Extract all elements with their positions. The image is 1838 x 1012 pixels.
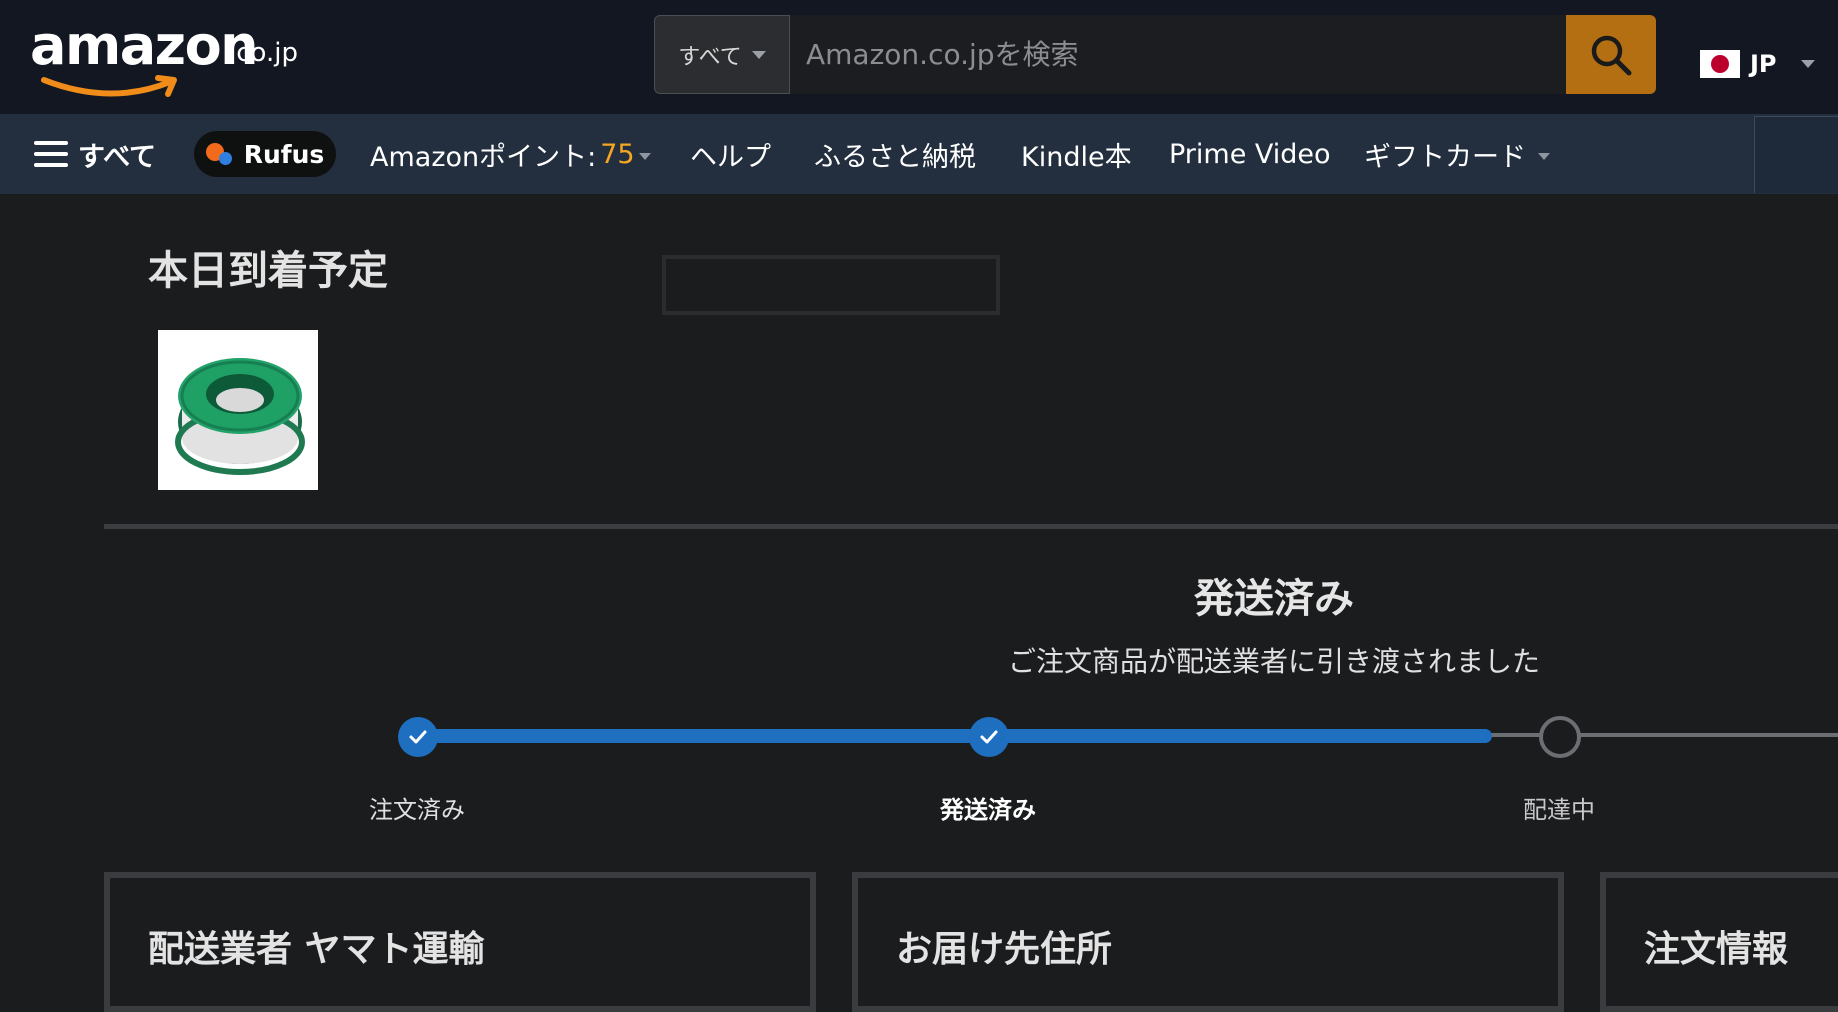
rufus-icon — [205, 141, 236, 167]
step-label-in-transit: 配達中 — [1523, 796, 1595, 824]
nav-item-kindle[interactable]: Kindle本 — [1021, 114, 1132, 194]
order-info-title: 注文情報 — [1644, 929, 1789, 970]
search-button[interactable] — [1566, 15, 1656, 94]
logo-suffix: .co.jp — [228, 38, 299, 68]
product-image[interactable] — [158, 330, 318, 490]
search-bar: すべて — [654, 15, 1656, 94]
empty-placeholder-box — [662, 255, 1000, 315]
locale-label: JP — [1750, 50, 1777, 78]
points-value: 75 — [600, 138, 635, 170]
all-menu-button[interactable]: すべて — [34, 114, 156, 194]
delivery-title: 本日到着予定 — [148, 248, 388, 294]
rufus-label: Rufus — [243, 139, 325, 169]
step-in-transit-circle-icon — [1539, 716, 1581, 758]
amazon-points-link[interactable]: Amazonポイント: 75 — [370, 114, 651, 194]
carrier-card-title: 配送業者 ヤマト運輸 — [148, 929, 485, 970]
caret-down-icon — [638, 152, 651, 160]
caret-down-icon — [1538, 152, 1550, 160]
order-info-card: 注文情報 — [1600, 872, 1838, 1012]
nav-bar: すべて Rufus Amazonポイント: 75 ヘルプ ふるさと納税 Kind… — [0, 114, 1838, 194]
search-category-dropdown[interactable]: すべて — [654, 15, 790, 94]
shipment-status-heading: 発送済み — [1194, 576, 1354, 622]
section-divider — [104, 524, 1838, 529]
locale-selector[interactable]: JP — [1700, 44, 1815, 84]
amazon-logo[interactable]: amazon .co.jp — [30, 14, 300, 98]
nav-item-help[interactable]: ヘルプ — [690, 114, 771, 194]
shipping-address-card: お届け先住所 — [852, 872, 1564, 1012]
nav-promo-slot[interactable] — [1754, 116, 1838, 193]
search-input[interactable] — [790, 15, 1566, 94]
step-label-ordered: 注文済み — [369, 796, 465, 824]
thread-seal-tape-image — [175, 358, 305, 475]
japan-flag-icon — [1700, 50, 1740, 78]
shipment-status-subtext: ご注文商品が配送業者に引き渡されました — [1007, 645, 1540, 678]
logo-text: amazon — [30, 14, 259, 77]
smile-arrow-icon — [41, 75, 177, 97]
rufus-button[interactable]: Rufus — [194, 131, 336, 177]
nav-item-furusato[interactable]: ふるさと納税 — [814, 114, 976, 194]
top-header: amazon .co.jp すべて JP — [0, 0, 1838, 114]
hamburger-menu-icon — [34, 141, 68, 167]
all-menu-label: すべて — [78, 141, 157, 173]
shipping-address-title: お届け先住所 — [896, 929, 1113, 970]
points-label: Amazonポイント: — [370, 141, 597, 173]
step-ordered-check-icon — [398, 717, 438, 757]
search-icon — [1591, 35, 1632, 75]
step-label-shipped: 発送済み — [940, 796, 1036, 824]
progress-fill — [418, 729, 1492, 743]
step-shipped-check-icon — [969, 717, 1009, 757]
carrier-card: 配送業者 ヤマト運輸 — [104, 872, 816, 1012]
gift-card-label: ギフトカード — [1364, 141, 1526, 173]
search-category-label: すべて — [678, 44, 742, 70]
nav-item-prime-video[interactable]: Prime Video — [1169, 114, 1331, 194]
nav-item-gift-card[interactable]: ギフトカード — [1364, 114, 1550, 194]
caret-down-icon — [751, 50, 766, 59]
caret-down-icon — [1800, 60, 1815, 68]
